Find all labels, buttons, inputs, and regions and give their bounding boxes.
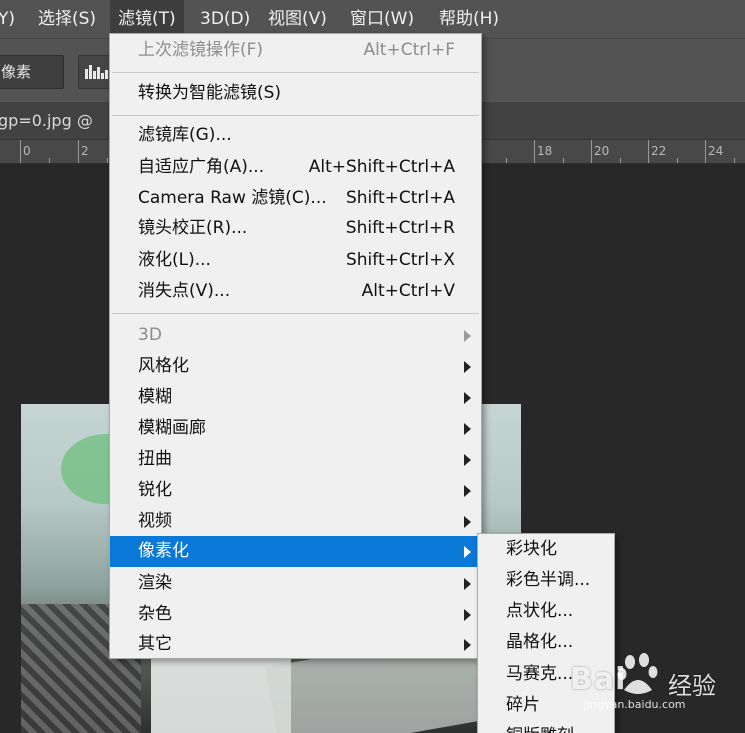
menu-item-label: 液化(L)... bbox=[138, 250, 211, 270]
menu-separator bbox=[112, 313, 479, 314]
menu-separator bbox=[112, 72, 479, 73]
menu-item-label: 锐化 bbox=[138, 480, 172, 500]
menu-item-vanishing-point[interactable]: 消失点(V)... Alt+Ctrl+V bbox=[110, 276, 481, 307]
menu-item-shortcut: Alt+Shift+Ctrl+A bbox=[308, 157, 455, 177]
menu-item-label: 扭曲 bbox=[138, 449, 172, 469]
baidu-watermark: Bai 经验 jingyan.baidu.com bbox=[570, 652, 740, 712]
submenu-item-crystallize[interactable]: 晶格化... bbox=[506, 627, 573, 658]
menu-item-label: 上次滤镜操作(F) bbox=[138, 40, 264, 60]
menu-item-other[interactable]: 其它 bbox=[110, 629, 481, 660]
menu-select[interactable]: 选择(S) bbox=[38, 0, 96, 38]
menu-item-shortcut: Shift+Ctrl+R bbox=[345, 218, 455, 238]
menu-item-label: 模糊画廊 bbox=[138, 418, 206, 438]
menu-item-convert-smart-filter[interactable]: 转换为智能滤镜(S) bbox=[110, 78, 481, 109]
submenu-item-pointillize[interactable]: 点状化... bbox=[506, 596, 573, 627]
submenu-item-mezzotint[interactable]: 铜版雕刻... bbox=[506, 721, 590, 733]
menu-item-adaptive-wide-angle[interactable]: 自适应广角(A)... Alt+Shift+Ctrl+A bbox=[110, 152, 481, 183]
menu-item-last-filter: 上次滤镜操作(F) Alt+Ctrl+F bbox=[110, 35, 481, 66]
menu-item-label: 转换为智能滤镜(S) bbox=[138, 83, 282, 103]
ruler-label: 24 bbox=[708, 144, 724, 158]
menu-separator bbox=[112, 115, 479, 116]
submenu-item-fragment[interactable]: 碎片 bbox=[506, 690, 540, 721]
menu-item-lens-correction[interactable]: 镜头校正(R)... Shift+Ctrl+R bbox=[110, 213, 481, 244]
submenu-arrow-icon bbox=[464, 639, 471, 651]
submenu-arrow-icon bbox=[464, 392, 471, 404]
menu-item-sharpen[interactable]: 锐化 bbox=[110, 475, 481, 506]
menu-item-label: 滤镜库(G)... bbox=[138, 125, 232, 145]
submenu-arrow-icon bbox=[464, 361, 471, 373]
menu-item-label: 风格化 bbox=[138, 356, 189, 376]
menu-item-liquify[interactable]: 液化(L)... Shift+Ctrl+X bbox=[110, 245, 481, 276]
menu-item-blur[interactable]: 模糊 bbox=[110, 382, 481, 413]
menu-item-shortcut: Alt+Ctrl+F bbox=[363, 40, 455, 60]
paw-icon bbox=[617, 653, 658, 694]
unit-field[interactable]: 像素 bbox=[0, 55, 64, 89]
submenu-arrow-icon bbox=[464, 330, 471, 342]
menu-item-distort[interactable]: 扭曲 bbox=[110, 444, 481, 475]
submenu-arrow-icon bbox=[464, 516, 471, 528]
menu-item-label: 像素化 bbox=[138, 541, 189, 561]
document-tab[interactable]: gp=0.jpg @ bbox=[0, 102, 93, 140]
menu-item-label: 3D bbox=[138, 325, 162, 345]
menu-item-label: 渲染 bbox=[138, 573, 172, 593]
ruler-label: 22 bbox=[651, 144, 667, 158]
menu-item-noise[interactable]: 杂色 bbox=[110, 599, 481, 630]
menu-item-shortcut: Shift+Ctrl+A bbox=[345, 188, 455, 208]
menu-item-label: 模糊 bbox=[138, 387, 172, 407]
watermark-brand-cn: 经验 bbox=[668, 672, 716, 700]
ruler-label: 0 bbox=[23, 144, 31, 158]
menu-item-shortcut: Alt+Ctrl+V bbox=[361, 281, 455, 301]
menu-item-label: 自适应广角(A)... bbox=[138, 157, 265, 177]
filter-menu: 上次滤镜操作(F) Alt+Ctrl+F 转换为智能滤镜(S) 滤镜库(G)..… bbox=[109, 33, 482, 659]
menu-item-render[interactable]: 渲染 bbox=[110, 568, 481, 599]
menu-item-pixelate[interactable]: 像素化 bbox=[110, 536, 481, 567]
menu-item-label: 消失点(V)... bbox=[138, 281, 231, 301]
menu-item-label: Camera Raw 滤镜(C)... bbox=[138, 188, 327, 208]
menu-item-label: 其它 bbox=[138, 634, 172, 654]
menu-item-shortcut: Shift+Ctrl+X bbox=[345, 250, 455, 270]
submenu-arrow-icon bbox=[464, 609, 471, 621]
menu-item-label: 镜头校正(R)... bbox=[138, 218, 248, 238]
menu-item-label: 杂色 bbox=[138, 604, 172, 624]
watermark-url: jingyan.baidu.com bbox=[584, 698, 686, 711]
submenu-arrow-icon bbox=[464, 546, 471, 558]
submenu-item-facet[interactable]: 彩块化 bbox=[506, 534, 557, 565]
ruler-label: 20 bbox=[594, 144, 610, 158]
ruler-label: 18 bbox=[537, 144, 553, 158]
submenu-item-mosaic[interactable]: 马赛克... bbox=[506, 659, 573, 690]
menu-image-partial[interactable]: Y) bbox=[0, 0, 15, 38]
menu-item-label: 视频 bbox=[138, 511, 172, 531]
submenu-arrow-icon bbox=[464, 485, 471, 497]
submenu-arrow-icon bbox=[464, 578, 471, 590]
menu-item-3d: 3D bbox=[110, 320, 481, 351]
submenu-item-color-halftone[interactable]: 彩色半调... bbox=[506, 565, 590, 596]
menu-item-video[interactable]: 视频 bbox=[110, 506, 481, 537]
menu-item-filter-gallery[interactable]: 滤镜库(G)... bbox=[110, 120, 481, 151]
menu-item-stylize[interactable]: 风格化 bbox=[110, 351, 481, 382]
submenu-arrow-icon bbox=[464, 454, 471, 466]
ruler-label: 2 bbox=[81, 144, 89, 158]
menu-item-blur-gallery[interactable]: 模糊画廊 bbox=[110, 413, 481, 444]
submenu-arrow-icon bbox=[464, 423, 471, 435]
menu-item-camera-raw[interactable]: Camera Raw 滤镜(C)... Shift+Ctrl+A bbox=[110, 183, 481, 214]
histogram-button[interactable] bbox=[78, 55, 112, 89]
